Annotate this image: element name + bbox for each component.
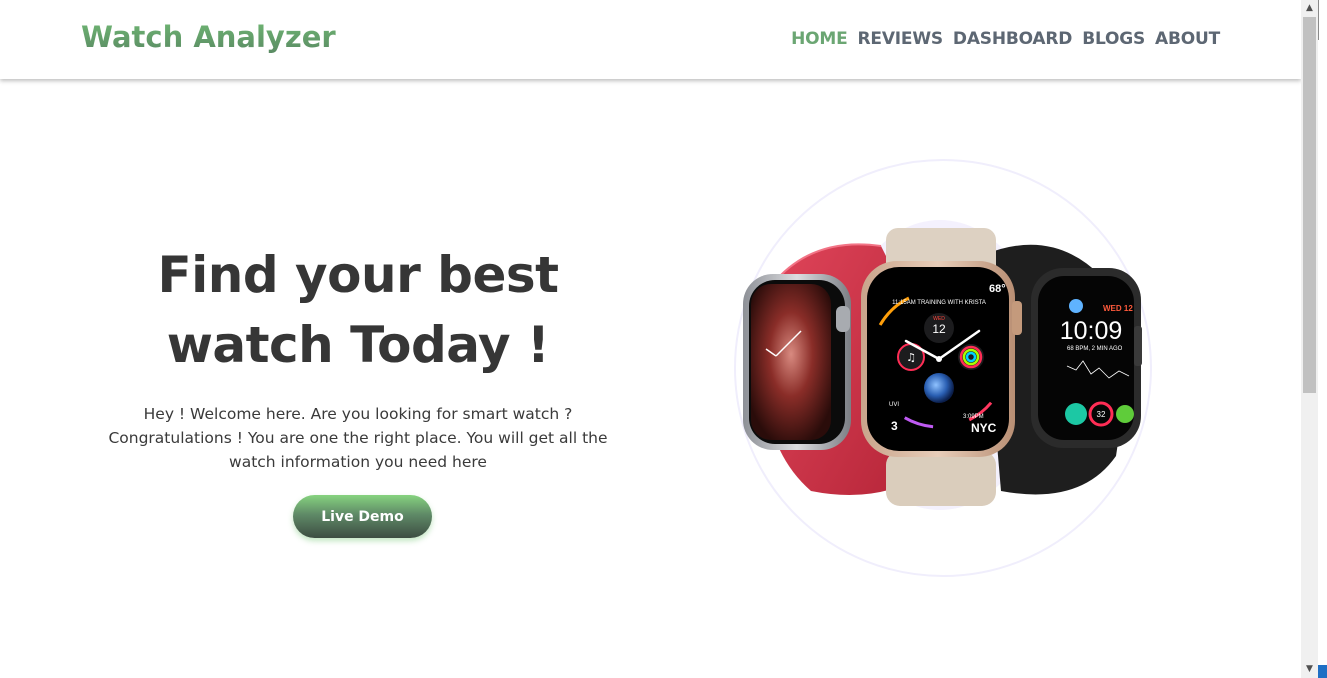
window-edge bbox=[1318, 0, 1327, 678]
earth-icon bbox=[924, 373, 954, 403]
navbar: Watch Analyzer HOME REVIEWS DASHBOARD BL… bbox=[0, 0, 1301, 79]
nav-about[interactable]: ABOUT bbox=[1155, 29, 1220, 49]
nav-blogs[interactable]: BLOGS bbox=[1082, 29, 1145, 49]
center-watch-city: NYC bbox=[971, 421, 997, 435]
page: Watch Analyzer HOME REVIEWS DASHBOARD BL… bbox=[0, 0, 1301, 678]
center-watch-temp: 68° bbox=[989, 283, 1006, 295]
nav-dashboard[interactable]: DASHBOARD bbox=[953, 29, 1072, 49]
center-watch-top-text: 11:15AM TRAINING WITH KRISTA bbox=[892, 300, 986, 306]
center-watch-time-bottom: 3:09PM bbox=[963, 414, 984, 420]
right-watch-ring-value: 32 bbox=[1097, 410, 1106, 419]
music-icon: ♫ bbox=[906, 351, 916, 364]
center-watch-uv-value: 3 bbox=[891, 419, 898, 433]
nav-reviews[interactable]: REVIEWS bbox=[858, 29, 944, 49]
right-watch-day: WED 12 bbox=[1103, 304, 1133, 313]
nav-home[interactable]: HOME bbox=[791, 29, 848, 49]
hero-image: WED 12 10:09 68 BPM, 2 MIN AGO 32 11:15A… bbox=[731, 156, 1155, 580]
hero-title: Find your best watch Today ! bbox=[80, 240, 636, 380]
vertical-scrollbar[interactable]: ▲ ▼ bbox=[1301, 0, 1318, 678]
hero-content: Find your best watch Today ! Hey ! Welco… bbox=[80, 240, 636, 474]
live-demo-button[interactable]: Live Demo bbox=[293, 495, 432, 538]
window-edge-line bbox=[1318, 0, 1319, 40]
hero-title-line1: Find your best bbox=[157, 246, 559, 304]
center-watch-date: 12 bbox=[932, 322, 946, 336]
center-watch-uv: UVI bbox=[889, 402, 899, 408]
window-edge-indicator bbox=[1318, 665, 1327, 678]
hero-description: Hey ! Welcome here. Are you looking for … bbox=[108, 405, 608, 471]
brand-logo[interactable]: Watch Analyzer bbox=[81, 20, 336, 54]
weather-icon bbox=[1069, 299, 1083, 313]
nav-links: HOME REVIEWS DASHBOARD BLOGS ABOUT bbox=[791, 29, 1220, 49]
right-watch-bpm: 68 BPM, 2 MIN AGO bbox=[1067, 346, 1123, 352]
hero-title-line2: watch Today ! bbox=[166, 316, 550, 374]
smartwatches-illustration: WED 12 10:09 68 BPM, 2 MIN AGO 32 11:15A… bbox=[743, 228, 1142, 506]
scroll-thumb[interactable] bbox=[1303, 17, 1316, 393]
right-watch-time: 10:09 bbox=[1060, 317, 1123, 345]
scroll-down-arrow-icon[interactable]: ▼ bbox=[1301, 661, 1318, 678]
scroll-up-arrow-icon[interactable]: ▲ bbox=[1301, 0, 1318, 17]
